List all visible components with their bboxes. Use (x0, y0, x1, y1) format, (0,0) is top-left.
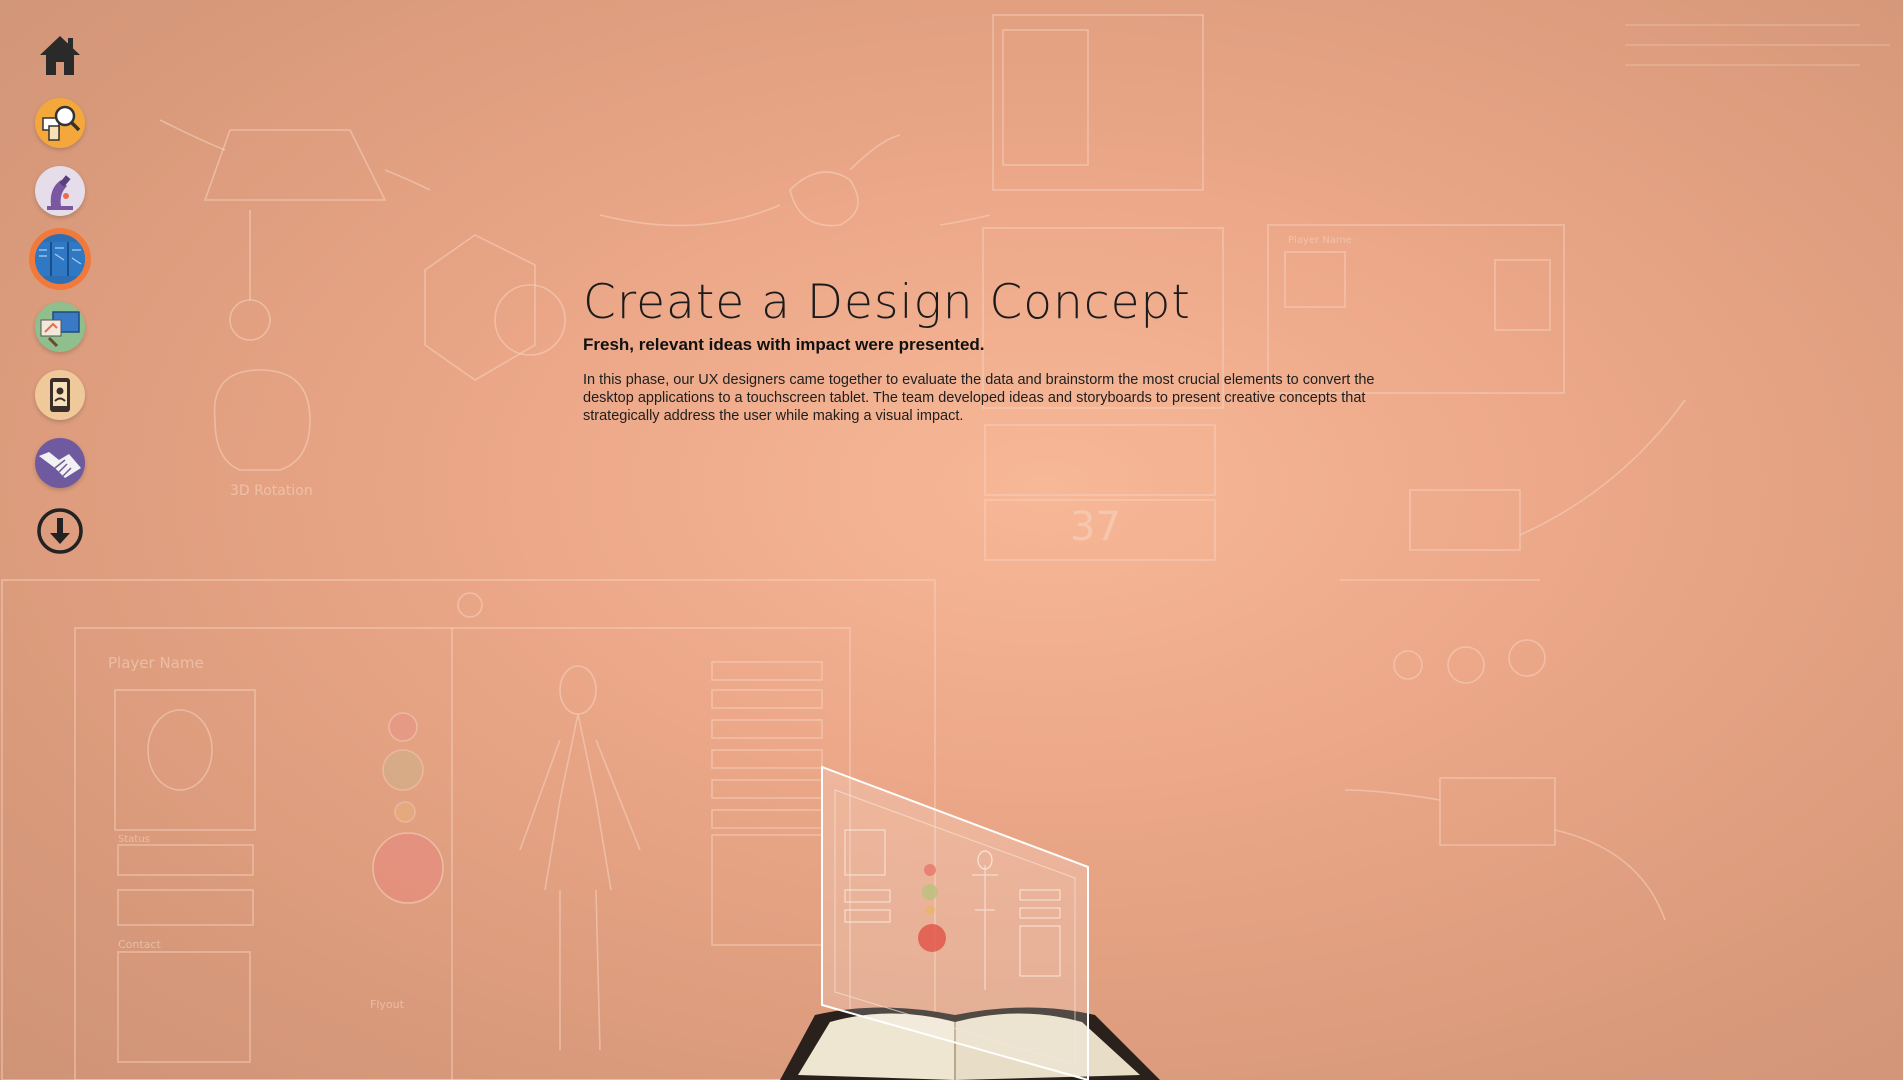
sidebar-nav (32, 30, 88, 574)
handshake-icon (39, 452, 81, 478)
page-subtitle: Fresh, relevant ideas with impact were p… (583, 335, 985, 355)
sketch-label-flyout: Flyout (370, 998, 405, 1011)
page-body: In this phase, our UX designers came tog… (583, 372, 1375, 425)
nav-handoff[interactable] (35, 438, 85, 488)
magnifier-devices-icon (42, 105, 81, 141)
page-title: Create a Design Concept (583, 275, 1191, 330)
sketch-label-rotation: 3D Rotation (230, 483, 313, 499)
microscope-icon (47, 175, 73, 210)
blueprint-icon (35, 242, 85, 276)
nav-home[interactable] (35, 30, 85, 80)
sketch-label-number: 37 (1070, 504, 1121, 550)
nav-prototype[interactable] (35, 302, 85, 352)
download-arrow-icon (37, 508, 83, 554)
nav-design-concept[interactable] (35, 234, 85, 284)
home-icon (40, 36, 80, 75)
sketch-label-player-name-top: Player Name (1288, 235, 1352, 246)
tablet-icon (50, 378, 70, 412)
nav-research[interactable] (35, 98, 85, 148)
sketch-label-player-name: Player Name (108, 654, 204, 672)
sketch-label-contact: Contact (118, 938, 161, 951)
book-tablet-illustration (780, 765, 1160, 1080)
paint-screen-icon (40, 311, 80, 348)
nav-discovery[interactable] (35, 166, 85, 216)
sketch-label-status: Status (118, 834, 150, 845)
main-content: Create a Design Concept Fresh, relevant … (583, 278, 1403, 425)
nav-mobile[interactable] (35, 370, 85, 420)
nav-download[interactable] (35, 506, 85, 556)
